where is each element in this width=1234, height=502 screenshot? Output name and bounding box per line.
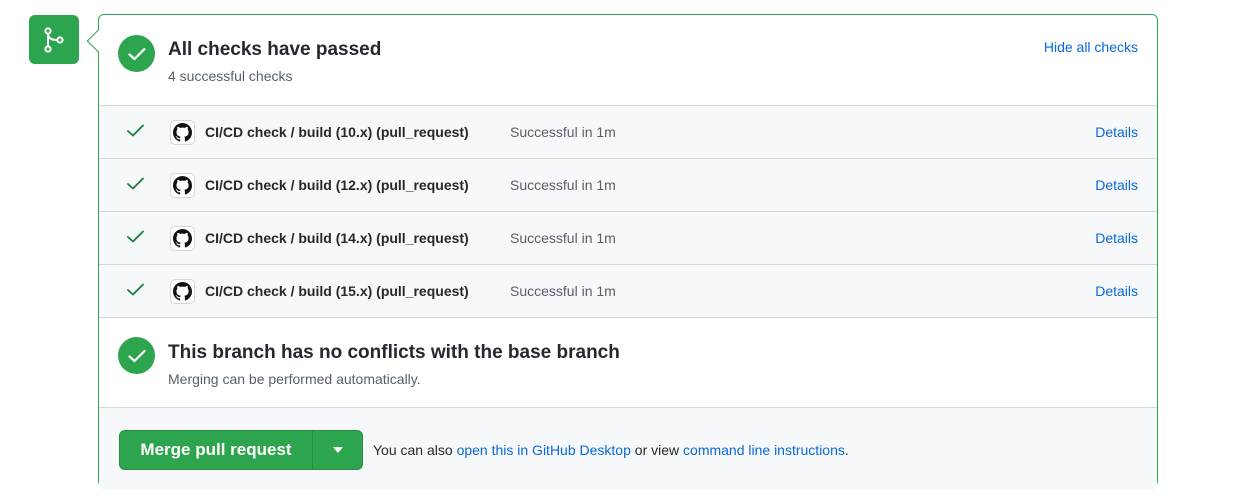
git-branch-icon — [29, 15, 79, 64]
merge-options-dropdown[interactable] — [312, 431, 362, 469]
check-row: CI/CD check / build (10.x) (pull_request… — [99, 106, 1157, 159]
github-mark-icon — [170, 279, 195, 304]
details-link[interactable]: Details — [1095, 177, 1138, 193]
details-link[interactable]: Details — [1095, 283, 1138, 299]
check-status: Successful in 1m — [510, 124, 616, 140]
command-line-link[interactable]: command line instructions — [683, 442, 845, 458]
merge-pull-request-button[interactable]: Merge pull request — [120, 431, 312, 469]
check-circle-icon — [118, 35, 155, 72]
merge-button-group: Merge pull request — [119, 430, 363, 470]
note-suffix: . — [844, 442, 849, 458]
check-icon — [127, 124, 144, 142]
details-link[interactable]: Details — [1095, 230, 1138, 246]
check-status: Successful in 1m — [510, 177, 616, 193]
check-status: Successful in 1m — [510, 283, 616, 299]
github-desktop-link[interactable]: open this in GitHub Desktop — [457, 442, 631, 458]
check-name: CI/CD check / build (10.x) (pull_request… — [205, 124, 469, 140]
check-row: CI/CD check / build (15.x) (pull_request… — [99, 265, 1157, 318]
check-icon — [127, 283, 144, 301]
github-mark-icon — [170, 226, 195, 251]
merge-status-panel: All checks have passed 4 successful chec… — [86, 14, 1158, 490]
github-mark-icon — [170, 120, 195, 145]
checks-list: CI/CD check / build (10.x) (pull_request… — [99, 105, 1157, 318]
check-name: CI/CD check / build (14.x) (pull_request… — [205, 230, 469, 246]
branch-status: This branch has no conflicts with the ba… — [99, 318, 1157, 408]
check-row: CI/CD check / build (14.x) (pull_request… — [99, 212, 1157, 265]
hide-checks-link[interactable]: Hide all checks — [1044, 39, 1138, 55]
triangle-down-icon — [332, 447, 343, 453]
merge-area: Merge pull request You can also open thi… — [99, 408, 1157, 490]
checks-title: All checks have passed — [168, 39, 382, 60]
check-name: CI/CD check / build (15.x) (pull_request… — [205, 283, 469, 299]
check-icon — [127, 177, 144, 195]
check-row: CI/CD check / build (12.x) (pull_request… — [99, 159, 1157, 212]
branch-title: This branch has no conflicts with the ba… — [168, 342, 620, 363]
note-prefix: You can also — [373, 442, 453, 458]
checks-summary: All checks have passed 4 successful chec… — [99, 15, 1157, 105]
details-link[interactable]: Details — [1095, 124, 1138, 140]
merge-note: You can also open this in GitHub Desktop… — [373, 442, 849, 458]
check-circle-icon — [118, 337, 155, 374]
check-icon — [127, 230, 144, 248]
github-mark-icon — [170, 173, 195, 198]
checks-subtitle: 4 successful checks — [168, 68, 293, 84]
branch-subtitle: Merging can be performed automatically. — [168, 371, 421, 387]
check-status: Successful in 1m — [510, 230, 616, 246]
note-middle: or view — [634, 442, 680, 458]
check-name: CI/CD check / build (12.x) (pull_request… — [205, 177, 469, 193]
